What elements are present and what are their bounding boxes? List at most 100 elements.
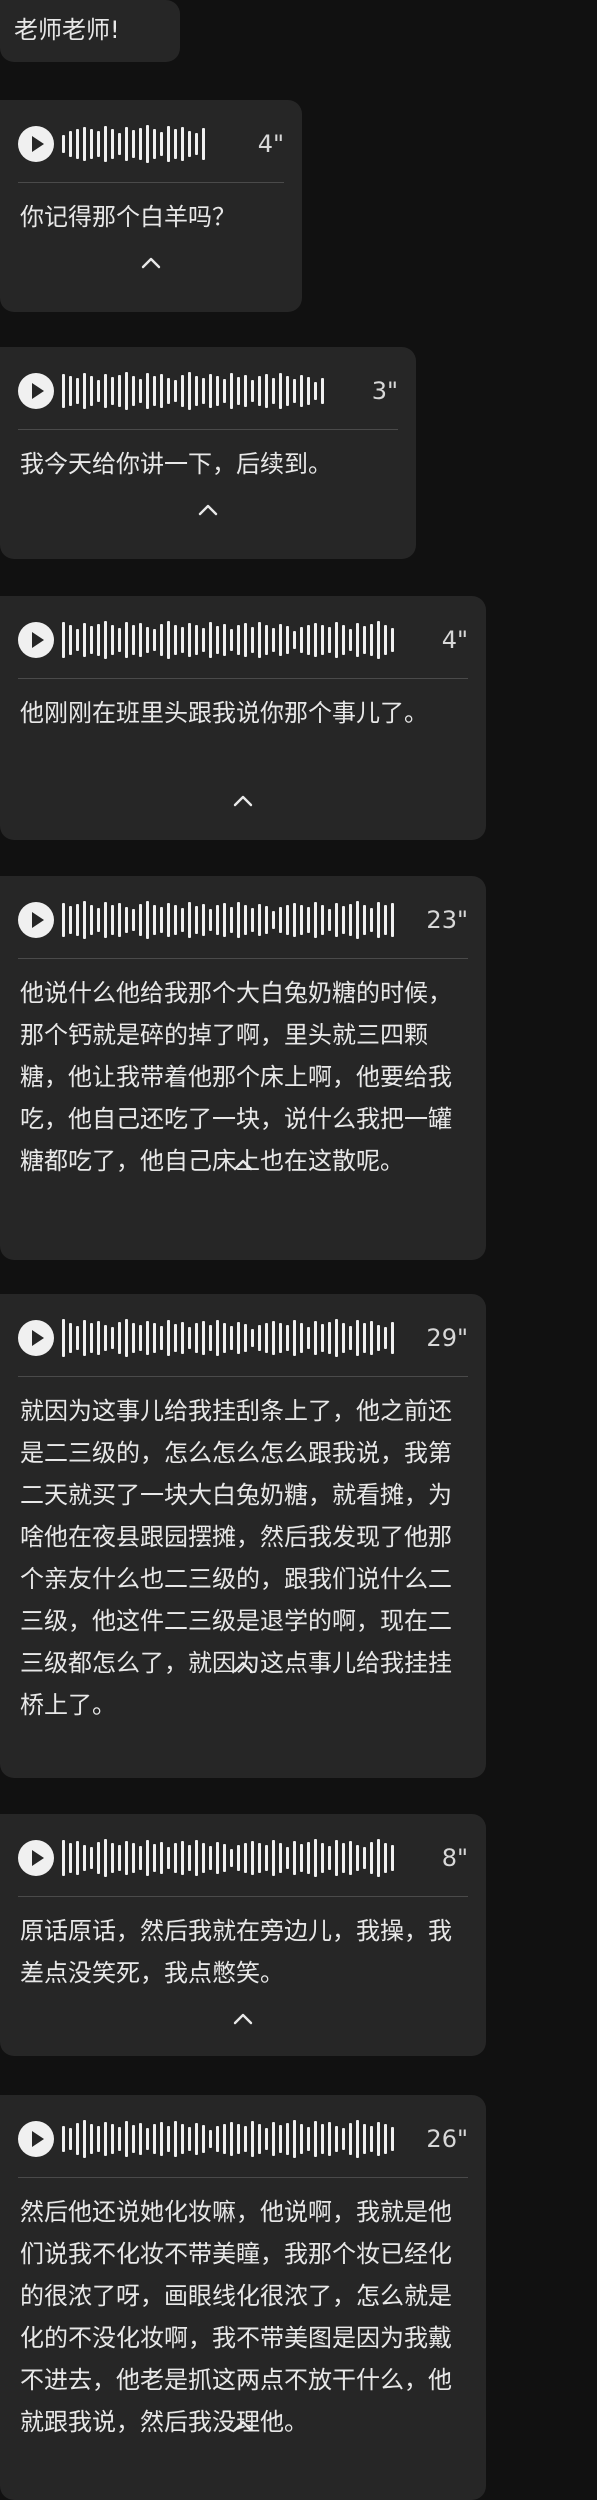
waveform-bar <box>181 2124 184 2154</box>
voice-message-bubble[interactable]: 23" 他说什么他给我那个大白兔奶糖的时候，那个钙就是碎的掉了啊，里头就三四颗糖，… <box>0 876 486 1260</box>
waveform-bar <box>258 1843 261 1873</box>
waveform-bar <box>307 2127 310 2151</box>
voice-message-bubble[interactable]: 3" 我今天给你讲一下，后续到。 <box>0 347 416 559</box>
waveform-bar <box>342 1323 345 1353</box>
waveform-bar <box>153 1323 156 1353</box>
waveform-bar <box>300 1844 303 1872</box>
waveform-bar <box>335 2126 338 2152</box>
waveform-bar <box>118 903 121 937</box>
chevron-up-icon[interactable] <box>197 503 219 517</box>
waveform-bar <box>90 129 93 159</box>
play-icon[interactable] <box>18 126 54 162</box>
waveform-bar <box>356 2120 359 2158</box>
waveform-bar <box>118 375 121 407</box>
waveform-bar <box>328 1322 331 1354</box>
waveform-bar <box>370 2126 373 2152</box>
divider <box>18 429 398 430</box>
waveform-bar <box>314 902 317 938</box>
waveform-bar <box>279 373 282 409</box>
waveform-bar <box>230 373 233 409</box>
waveform-bar <box>286 1847 289 1869</box>
waveform-bar <box>202 378 205 404</box>
waveform-bar <box>286 2123 289 2155</box>
waveform-bar <box>335 1840 338 1876</box>
waveform-bar <box>286 905 289 935</box>
waveform <box>62 1836 398 1880</box>
waveform-bar <box>83 623 86 657</box>
play-icon[interactable] <box>18 622 54 658</box>
waveform-bar <box>195 625 198 655</box>
waveform-bar <box>349 1841 352 1875</box>
voice-player[interactable]: 4" <box>18 618 468 662</box>
waveform-bar <box>342 1843 345 1873</box>
voice-player[interactable]: 4" <box>18 122 284 166</box>
play-icon[interactable] <box>18 2121 54 2157</box>
waveform-bar <box>111 905 114 935</box>
voice-message-bubble[interactable]: 8" 原话原话，然后我就在旁边儿，我操，我差点没笑死，我点憋笑。 <box>0 1814 486 2056</box>
waveform-bar <box>195 1840 198 1876</box>
waveform-bar <box>363 2124 366 2154</box>
waveform-bar <box>104 126 107 162</box>
waveform-bar <box>391 1322 394 1354</box>
waveform-bar <box>202 1843 205 1873</box>
waveform-bar <box>321 905 324 935</box>
waveform-bar <box>391 1845 394 1871</box>
waveform-bar <box>223 1844 226 1872</box>
waveform-bar <box>286 626 289 654</box>
waveform-bar <box>251 1841 254 1875</box>
waveform-bar <box>377 902 380 938</box>
waveform-bar <box>188 1327 191 1349</box>
waveform-bar <box>139 379 142 403</box>
voice-message-bubble[interactable]: 4" 你记得那个白羊吗？ <box>0 100 302 312</box>
waveform-bar <box>202 904 205 936</box>
waveform-bar <box>230 1326 233 1350</box>
waveform-bar <box>286 1325 289 1351</box>
divider <box>18 2177 468 2178</box>
waveform-bar <box>307 907 310 933</box>
play-icon[interactable] <box>18 1840 54 1876</box>
voice-player[interactable]: 23" <box>18 898 468 942</box>
waveform-bar <box>293 1841 296 1875</box>
chevron-up-icon[interactable] <box>232 2012 254 2026</box>
play-icon[interactable] <box>18 902 54 938</box>
waveform-bar <box>300 1323 303 1353</box>
waveform-bar <box>293 379 296 403</box>
chevron-up-icon[interactable] <box>232 2419 254 2433</box>
voice-player[interactable]: 29" <box>18 1316 468 1360</box>
waveform-bar <box>181 1841 184 1875</box>
waveform-bar <box>363 905 366 935</box>
waveform-bar <box>132 376 135 406</box>
voice-transcript: 我今天给你讲一下，后续到。 <box>20 450 332 478</box>
voice-player[interactable]: 8" <box>18 1836 468 1880</box>
voice-message-bubble[interactable]: 4" 他刚刚在班里头跟我说你那个事儿了。 <box>0 596 486 840</box>
waveform-bar <box>244 623 247 657</box>
voice-message-bubble[interactable]: 26" 然后他还说她化妆嘛，他说啊，我就是他们说我不化妆不带美瞳，我那个妆已经化的… <box>0 2095 486 2500</box>
waveform-bar <box>349 1326 352 1350</box>
waveform-bar <box>265 625 268 655</box>
voice-transcript: 然后他还说她化妆嘛，他说啊，我就是他们说我不化妆不带美瞳，我那个妆已经化的很浓了… <box>20 2198 452 2436</box>
waveform <box>62 2117 398 2161</box>
waveform-bar <box>118 1322 121 1354</box>
voice-player[interactable]: 26" <box>18 2117 468 2161</box>
voice-message-bubble[interactable]: 29" 就因为这事儿给我挂刮条上了，他之前还是二三级的，怎么怎么怎么跟我说，我第二… <box>0 1294 486 1778</box>
waveform-bar <box>279 624 282 656</box>
chevron-up-icon[interactable] <box>232 1158 254 1172</box>
chevron-up-icon[interactable] <box>232 794 254 808</box>
voice-duration: 3" <box>371 377 398 405</box>
waveform-bar <box>230 1849 233 1867</box>
voice-player[interactable]: 3" <box>18 369 398 413</box>
waveform-bar <box>237 1322 240 1354</box>
waveform-bar <box>244 1843 247 1873</box>
chevron-up-icon[interactable] <box>140 256 162 270</box>
waveform-bar <box>62 903 65 937</box>
play-icon[interactable] <box>18 1320 54 1356</box>
voice-duration: 29" <box>426 1324 468 1352</box>
chevron-up-icon[interactable] <box>232 1660 254 1674</box>
waveform-bar <box>90 1847 93 1869</box>
waveform-bar <box>90 905 93 935</box>
play-icon[interactable] <box>18 373 54 409</box>
waveform-bar <box>167 2126 170 2152</box>
waveform-bar <box>97 1321 100 1355</box>
waveform-bar <box>300 2124 303 2154</box>
waveform-bar <box>237 625 240 655</box>
